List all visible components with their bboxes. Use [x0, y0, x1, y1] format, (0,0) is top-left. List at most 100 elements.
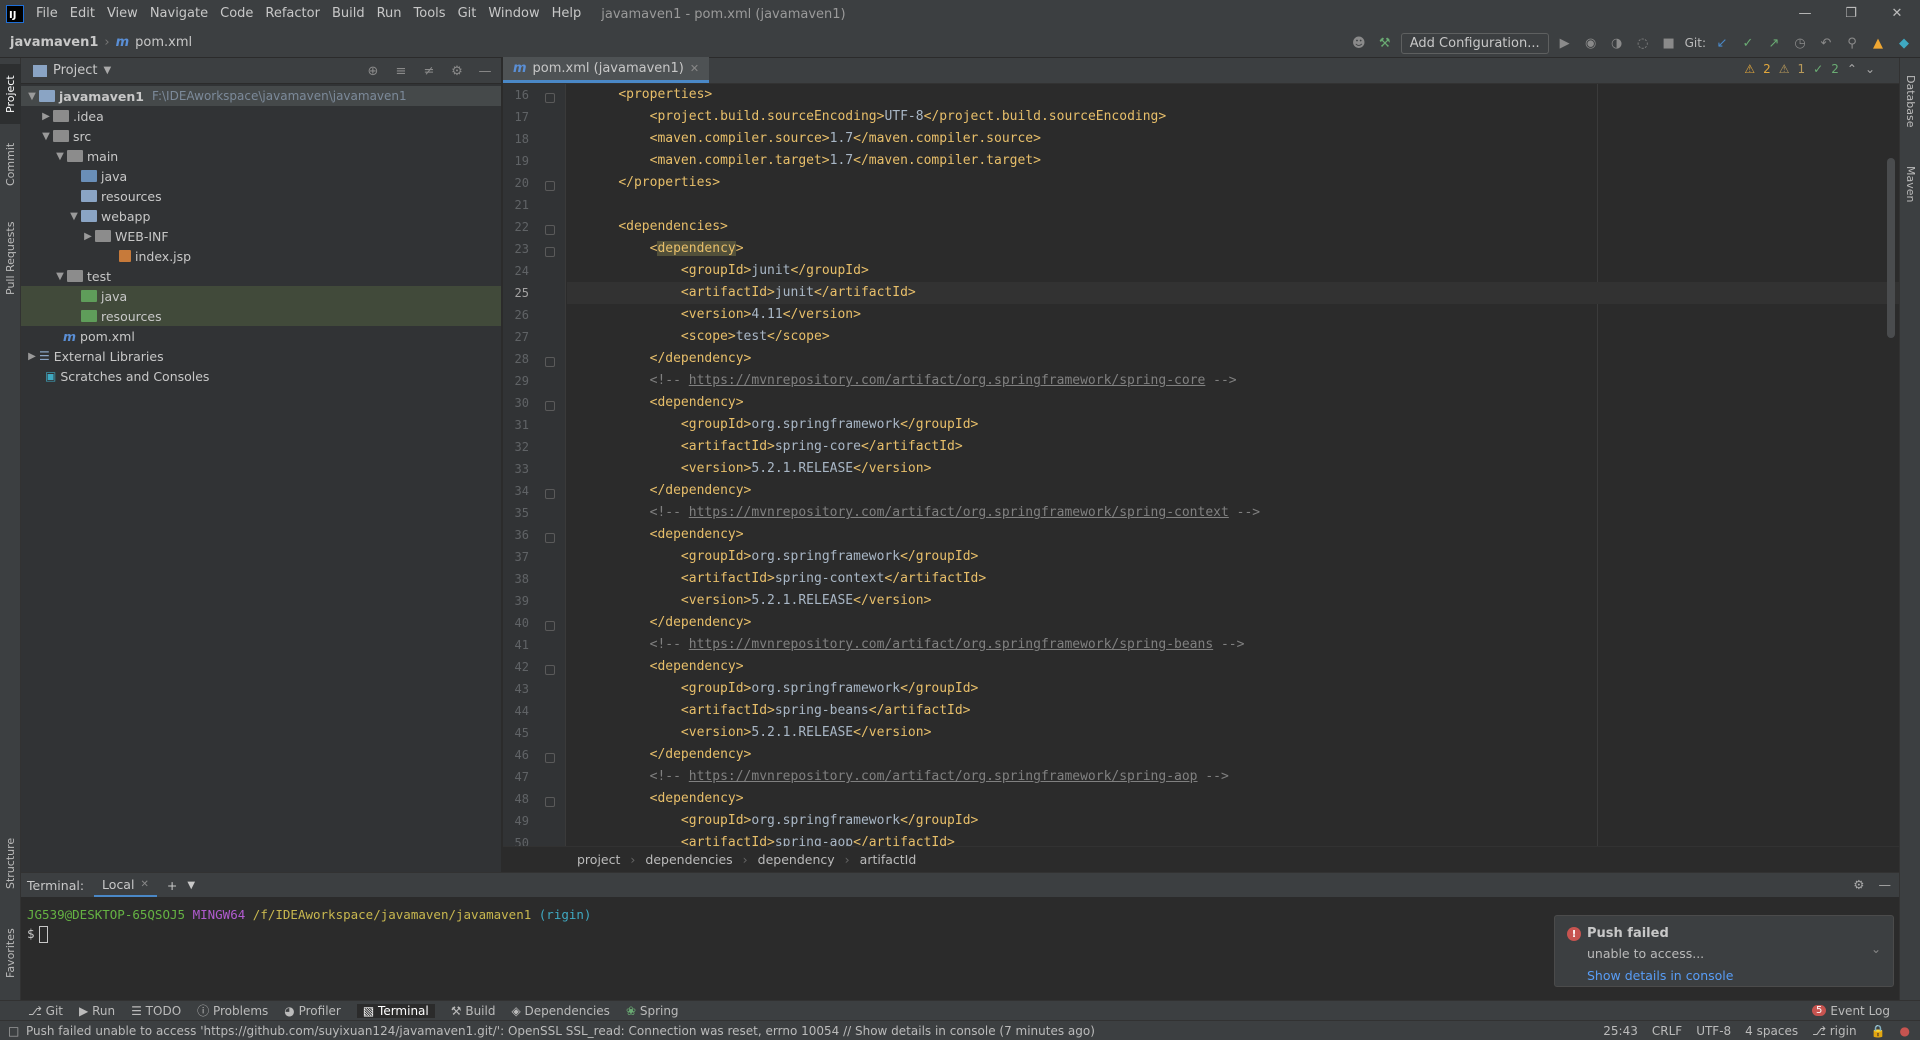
inspection-widget[interactable]: ⚠ 2 ⚠ 1 ✓ 2 ⌃ ⌄ — [1744, 62, 1875, 76]
breadcrumb-project[interactable]: javamaven1 — [10, 35, 98, 50]
tab-todo[interactable]: ☰ TODO — [131, 1004, 181, 1018]
chevron-down-icon[interactable]: ⌄ — [1865, 62, 1875, 76]
tree-item-root[interactable]: ▼ javamaven1 F:\IDEAworkspace\javamaven\… — [21, 86, 501, 106]
status-message[interactable]: Push failed unable to access 'https://gi… — [0, 1024, 1095, 1038]
crumb-dependencies[interactable]: dependencies — [645, 852, 732, 867]
code-line[interactable] — [567, 194, 1899, 216]
code-line[interactable]: <groupId>junit</groupId> — [567, 260, 1899, 282]
code-line[interactable]: </dependency> — [567, 348, 1899, 370]
fold-marker-icon[interactable] — [545, 357, 555, 367]
code-line[interactable]: <maven.compiler.source>1.7</maven.compil… — [567, 128, 1899, 150]
tree-item-test-java[interactable]: java — [21, 286, 501, 306]
tree-item-test[interactable]: ▼ test — [21, 266, 501, 286]
fold-marker-icon[interactable] — [545, 401, 555, 411]
code-line[interactable]: <dependency> — [567, 392, 1899, 414]
chevron-down-icon[interactable]: ▼ — [103, 65, 111, 76]
code-line[interactable]: <groupId>org.springframework</groupId> — [567, 414, 1899, 436]
code-line[interactable]: <dependency> — [567, 524, 1899, 546]
code-line[interactable]: </dependency> — [567, 480, 1899, 502]
tab-run[interactable]: ▶ Run — [79, 1004, 115, 1018]
git-update-icon[interactable]: ↙ — [1712, 33, 1732, 53]
link[interactable]: https://mvnrepository.com/artifact/org.s… — [689, 769, 1198, 784]
tab-spring[interactable]: ❀ Spring — [626, 1004, 679, 1018]
code-line[interactable]: <artifactId>spring-core</artifactId> — [567, 436, 1899, 458]
code-line[interactable]: <scope>test</scope> — [567, 326, 1899, 348]
status-toggle-icon[interactable]: □ — [8, 1024, 19, 1038]
code-line[interactable]: <!-- https://mvnrepository.com/artifact/… — [567, 634, 1899, 656]
code-line[interactable]: </dependency> — [567, 744, 1899, 766]
chevron-right-icon[interactable]: ▶ — [25, 351, 39, 362]
code-area[interactable]: <properties> <project.build.sourceEncodi… — [567, 84, 1899, 846]
editor-scrollbar[interactable] — [1887, 88, 1895, 828]
git-branch[interactable]: ⎇ rigin — [1812, 1024, 1856, 1038]
locate-icon[interactable]: ⊕ — [363, 61, 383, 81]
menu-edit[interactable]: Edit — [64, 0, 101, 28]
git-commit-icon[interactable]: ✓ — [1738, 33, 1758, 53]
close-tab-icon[interactable]: ✕ — [690, 62, 699, 75]
tree-item-idea[interactable]: ▶ .idea — [21, 106, 501, 126]
code-line[interactable]: </properties> — [567, 172, 1899, 194]
code-line[interactable]: <!-- https://mvnrepository.com/artifact/… — [567, 502, 1899, 524]
menu-build[interactable]: Build — [326, 0, 371, 28]
fold-marker-icon[interactable] — [545, 489, 555, 499]
menu-code[interactable]: Code — [214, 0, 259, 28]
tab-profiler[interactable]: ◕ Profiler — [284, 1004, 341, 1018]
build-hammer-icon[interactable]: ⚒ — [1375, 33, 1395, 53]
link[interactable]: https://mvnrepository.com/artifact/org.s… — [689, 505, 1229, 520]
project-panel-title[interactable]: Project — [53, 63, 97, 78]
code-line[interactable]: <version>5.2.1.RELEASE</version> — [567, 722, 1899, 744]
code-line[interactable]: <groupId>org.springframework</groupId> — [567, 678, 1899, 700]
add-configuration-button[interactable]: Add Configuration... — [1400, 32, 1549, 54]
tree-item-web-inf[interactable]: ▶ WEB-INF — [21, 226, 501, 246]
code-line[interactable]: <!-- https://mvnrepository.com/artifact/… — [567, 370, 1899, 392]
tab-favorites[interactable]: Favorites — [0, 918, 21, 988]
fold-marker-icon[interactable] — [545, 621, 555, 631]
menu-git[interactable]: Git — [452, 0, 483, 28]
update-icon[interactable]: ▲ — [1868, 33, 1888, 53]
show-details-link[interactable]: Show details in console — [1587, 968, 1733, 983]
code-line[interactable]: <project.build.sourceEncoding>UTF-8</pro… — [567, 106, 1899, 128]
file-encoding[interactable]: UTF-8 — [1696, 1024, 1731, 1038]
code-line[interactable]: <dependency> — [567, 656, 1899, 678]
search-icon[interactable]: ⚲ — [1842, 33, 1862, 53]
git-push-icon[interactable]: ↗ — [1764, 33, 1784, 53]
menu-window[interactable]: Window — [482, 0, 545, 28]
code-line[interactable]: <artifactId>spring-aop</artifactId> — [567, 832, 1899, 846]
crumb-project[interactable]: project — [577, 852, 620, 867]
code-line[interactable]: <maven.compiler.target>1.7</maven.compil… — [567, 150, 1899, 172]
code-line[interactable]: <groupId>org.springframework</groupId> — [567, 810, 1899, 832]
push-failed-notification[interactable]: ! Push failed unable to access... Show d… — [1554, 915, 1894, 987]
fold-marker-icon[interactable] — [545, 753, 555, 763]
tree-item-external-libraries[interactable]: ▶ ☰ External Libraries — [21, 346, 501, 366]
hide-icon[interactable]: — — [1879, 877, 1892, 892]
chevron-right-icon[interactable]: ▶ — [39, 111, 53, 122]
fold-marker-icon[interactable] — [545, 665, 555, 675]
fold-marker-icon[interactable] — [545, 533, 555, 543]
link[interactable]: https://mvnrepository.com/artifact/org.s… — [689, 373, 1206, 388]
tree-item-main-resources[interactable]: resources — [21, 186, 501, 206]
fold-marker-icon[interactable] — [545, 181, 555, 191]
tree-item-src[interactable]: ▼ src — [21, 126, 501, 146]
coverage-icon[interactable]: ◑ — [1607, 33, 1627, 53]
link[interactable]: https://mvnrepository.com/artifact/org.s… — [689, 637, 1213, 652]
code-line[interactable]: <!-- https://mvnrepository.com/artifact/… — [567, 766, 1899, 788]
menu-refactor[interactable]: Refactor — [259, 0, 326, 28]
tab-commit[interactable]: Commit — [0, 134, 21, 194]
tab-pom-xml[interactable]: m pom.xml (javamaven1) ✕ — [503, 57, 710, 83]
fold-marker-icon[interactable] — [545, 797, 555, 807]
lock-icon[interactable]: 🔒 — [1871, 1024, 1886, 1038]
tree-item-webapp[interactable]: ▼ webapp — [21, 206, 501, 226]
run-icon[interactable]: ▶ — [1555, 33, 1575, 53]
crumb-artifactid[interactable]: artifactId — [860, 852, 917, 867]
indent-setting[interactable]: 4 spaces — [1745, 1024, 1798, 1038]
tree-item-pom[interactable]: m pom.xml — [21, 326, 501, 346]
code-line[interactable]: <artifactId>spring-context</artifactId> — [567, 568, 1899, 590]
code-line[interactable]: <properties> — [567, 84, 1899, 106]
code-line[interactable]: <version>5.2.1.RELEASE</version> — [567, 458, 1899, 480]
user-icon[interactable]: ☻ — [1349, 33, 1369, 53]
tab-maven[interactable]: Maven — [1900, 154, 1920, 214]
chevron-down-icon[interactable]: ⌄ — [1871, 942, 1881, 956]
breadcrumb-file[interactable]: pom.xml — [135, 35, 192, 50]
tab-dependencies[interactable]: ◈ Dependencies — [511, 1004, 609, 1018]
fold-marker-icon[interactable] — [545, 247, 555, 257]
